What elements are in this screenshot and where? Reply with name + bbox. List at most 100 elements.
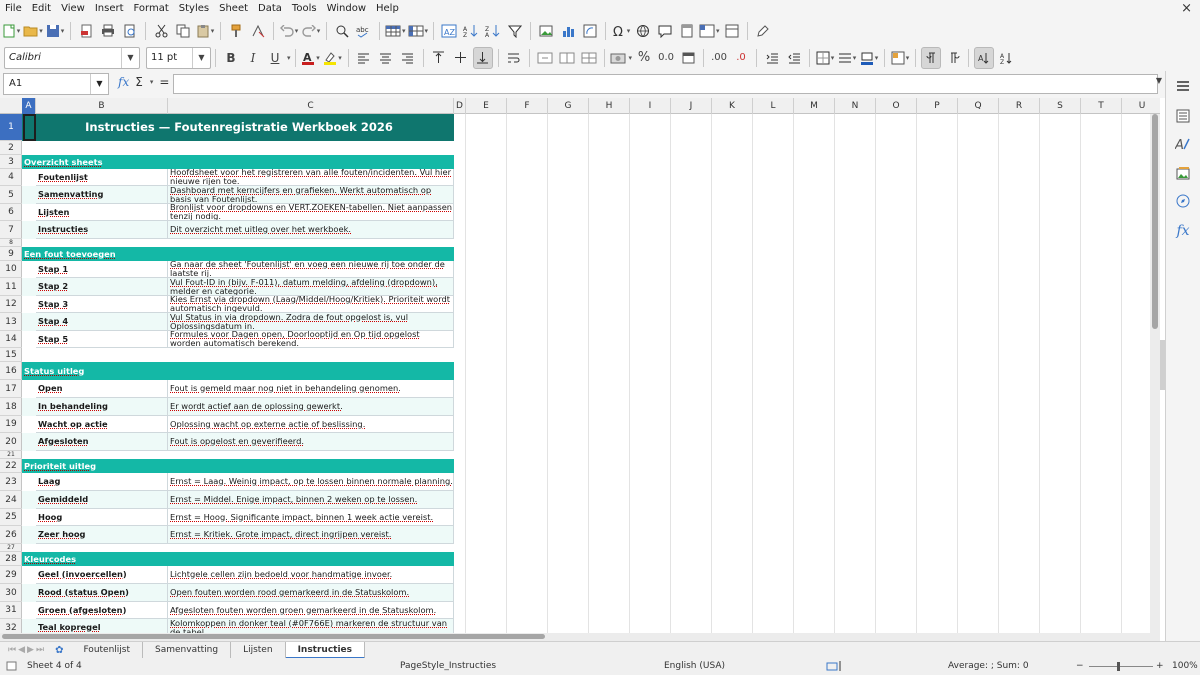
description-cell[interactable]: Bronlijst voor dropdowns en VERT.ZOEKEN-…: [168, 204, 454, 221]
spreadsheet-grid[interactable]: ABCDEFGHIJKLMNOPQRSTU 1 2 3 4 5 6 7 8 9 10 11 12 13 1…: [0, 98, 1160, 633]
row-header[interactable]: 3: [0, 155, 22, 169]
conditional-format-icon[interactable]: ▾: [890, 47, 910, 69]
cell-a[interactable]: [22, 433, 36, 451]
split-window-icon[interactable]: [722, 20, 742, 42]
last-sheet-icon[interactable]: ⏭: [36, 645, 44, 655]
hyperlink-icon[interactable]: [633, 20, 653, 42]
functions-icon[interactable]: fx: [1173, 221, 1193, 241]
wrap-text-icon[interactable]: [504, 47, 524, 69]
tab-samenvatting[interactable]: Samenvatting: [143, 641, 232, 659]
column-header[interactable]: S: [1040, 98, 1081, 114]
chevron-down-icon[interactable]: ▾: [150, 78, 154, 86]
increase-indent-icon[interactable]: [762, 47, 782, 69]
description-cell[interactable]: Dit overzicht met uitleg over het werkbo…: [168, 221, 454, 239]
add-decimal-button[interactable]: .00: [709, 47, 729, 69]
headers-footers-icon[interactable]: [677, 20, 697, 42]
row-header[interactable]: 20: [0, 433, 22, 451]
label-cell[interactable]: Stap 4: [36, 313, 168, 331]
row-header[interactable]: 14: [0, 331, 22, 348]
formula-equals-icon[interactable]: =: [159, 75, 169, 89]
column-header[interactable]: O: [876, 98, 917, 114]
menu-window[interactable]: Window: [322, 3, 371, 14]
cell-a[interactable]: [22, 313, 36, 331]
bold-button[interactable]: B: [221, 47, 241, 69]
delete-decimal-button[interactable]: .0: [731, 47, 751, 69]
cell-a[interactable]: [22, 380, 36, 398]
align-middle-icon[interactable]: [451, 47, 471, 69]
column-header[interactable]: E: [466, 98, 507, 114]
row-header[interactable]: 25: [0, 509, 22, 526]
column-header[interactable]: K: [712, 98, 753, 114]
styles-icon[interactable]: A: [1173, 134, 1193, 154]
next-sheet-icon[interactable]: ▶: [27, 645, 34, 655]
description-cell[interactable]: Lichtgele cellen zijn bedoeld voor handm…: [168, 566, 454, 584]
font-size-box[interactable]: 11 pt ▼: [146, 46, 211, 69]
label-cell[interactable]: Stap 3: [36, 296, 168, 313]
cell-a[interactable]: [22, 416, 36, 433]
row-header[interactable]: 30: [0, 584, 22, 602]
description-cell[interactable]: Vul Fout-ID in (bijv. F-011), datum meld…: [168, 278, 454, 296]
tab-lijsten[interactable]: Lijsten: [231, 641, 286, 659]
description-cell[interactable]: Kies Ernst via dropdown (Laag/Middel/Hoo…: [168, 296, 454, 313]
function-wizard-icon[interactable]: fx: [118, 75, 129, 89]
cell-a[interactable]: [22, 278, 36, 296]
description-cell[interactable]: Ernst = Hoog. Significante impact, binne…: [168, 509, 454, 526]
cell-a[interactable]: [22, 221, 36, 239]
column-header[interactable]: N: [835, 98, 876, 114]
label-cell[interactable]: Laag: [36, 473, 168, 491]
align-bottom-icon[interactable]: [472, 46, 493, 69]
row-header[interactable]: 32: [0, 619, 22, 633]
row-header[interactable]: 28: [0, 552, 22, 566]
align-right-icon[interactable]: [398, 47, 418, 69]
description-cell[interactable]: Formules voor Dagen open, Doorlooptijd e…: [168, 331, 454, 348]
description-cell[interactable]: Hoofdsheet voor het registreren van alle…: [168, 169, 454, 186]
row-header[interactable]: 5: [0, 186, 22, 204]
highlight-color-icon[interactable]: ▾: [323, 47, 343, 69]
open-folder-icon[interactable]: ▾: [23, 20, 43, 42]
cell-a[interactable]: [22, 186, 36, 204]
column-header[interactable]: P: [917, 98, 958, 114]
redo-icon[interactable]: ▾: [301, 20, 321, 42]
label-cell[interactable]: Groen (afgesloten): [36, 602, 168, 619]
zoom-slider-thumb[interactable]: [1117, 662, 1120, 671]
sum-icon[interactable]: Σ: [135, 75, 143, 89]
chevron-down-icon[interactable]: ▾: [287, 54, 291, 62]
label-cell[interactable]: Geel (invoercellen): [36, 566, 168, 584]
description-cell[interactable]: Ga naar de sheet 'Foutenlijst' en voeg e…: [168, 261, 454, 278]
row-header[interactable]: 21: [0, 451, 22, 459]
special-character-icon[interactable]: Ω ▾: [611, 20, 631, 42]
cell-a[interactable]: [22, 204, 36, 221]
export-pdf-icon[interactable]: [76, 20, 96, 42]
label-cell[interactable]: Wacht op actie: [36, 416, 168, 433]
sort-ascending-icon[interactable]: AZ: [461, 20, 481, 42]
freeze-rows-icon[interactable]: ▾: [699, 20, 720, 42]
cell-a[interactable]: [22, 331, 36, 348]
number-format-button[interactable]: 0.0: [656, 47, 676, 69]
menu-file[interactable]: File: [0, 3, 27, 14]
row-header[interactable]: 7: [0, 221, 22, 239]
cell-a[interactable]: [22, 296, 36, 313]
zoom-out-icon[interactable]: −: [1076, 661, 1084, 671]
draw-functions-icon[interactable]: [753, 20, 773, 42]
row-header[interactable]: 12: [0, 296, 22, 313]
cell-a[interactable]: [22, 584, 36, 602]
section-header-cell[interactable]: Overzicht sheets: [22, 155, 454, 169]
border-style-icon[interactable]: ▾: [837, 47, 857, 69]
description-cell[interactable]: Fout is opgelost en geverifieerd.: [168, 433, 454, 451]
column-header[interactable]: T: [1081, 98, 1122, 114]
sort-icon[interactable]: AZ: [439, 20, 459, 42]
row-header[interactable]: 9: [0, 247, 22, 261]
navigator-icon[interactable]: [1173, 191, 1193, 211]
unmerge-cells-icon[interactable]: [579, 47, 599, 69]
column-header[interactable]: D: [454, 98, 466, 114]
print-preview-icon[interactable]: [120, 20, 140, 42]
gallery-icon[interactable]: [1173, 163, 1193, 183]
label-cell[interactable]: Open: [36, 380, 168, 398]
row-header[interactable]: 1: [0, 114, 22, 141]
description-cell[interactable]: Oplossing wacht op externe actie of besl…: [168, 416, 454, 433]
save-icon[interactable]: ▾: [45, 20, 65, 42]
row-header[interactable]: 2: [0, 141, 22, 155]
menu-help[interactable]: Help: [371, 3, 404, 14]
label-cell[interactable]: Stap 5: [36, 331, 168, 348]
column-header[interactable]: R: [999, 98, 1040, 114]
